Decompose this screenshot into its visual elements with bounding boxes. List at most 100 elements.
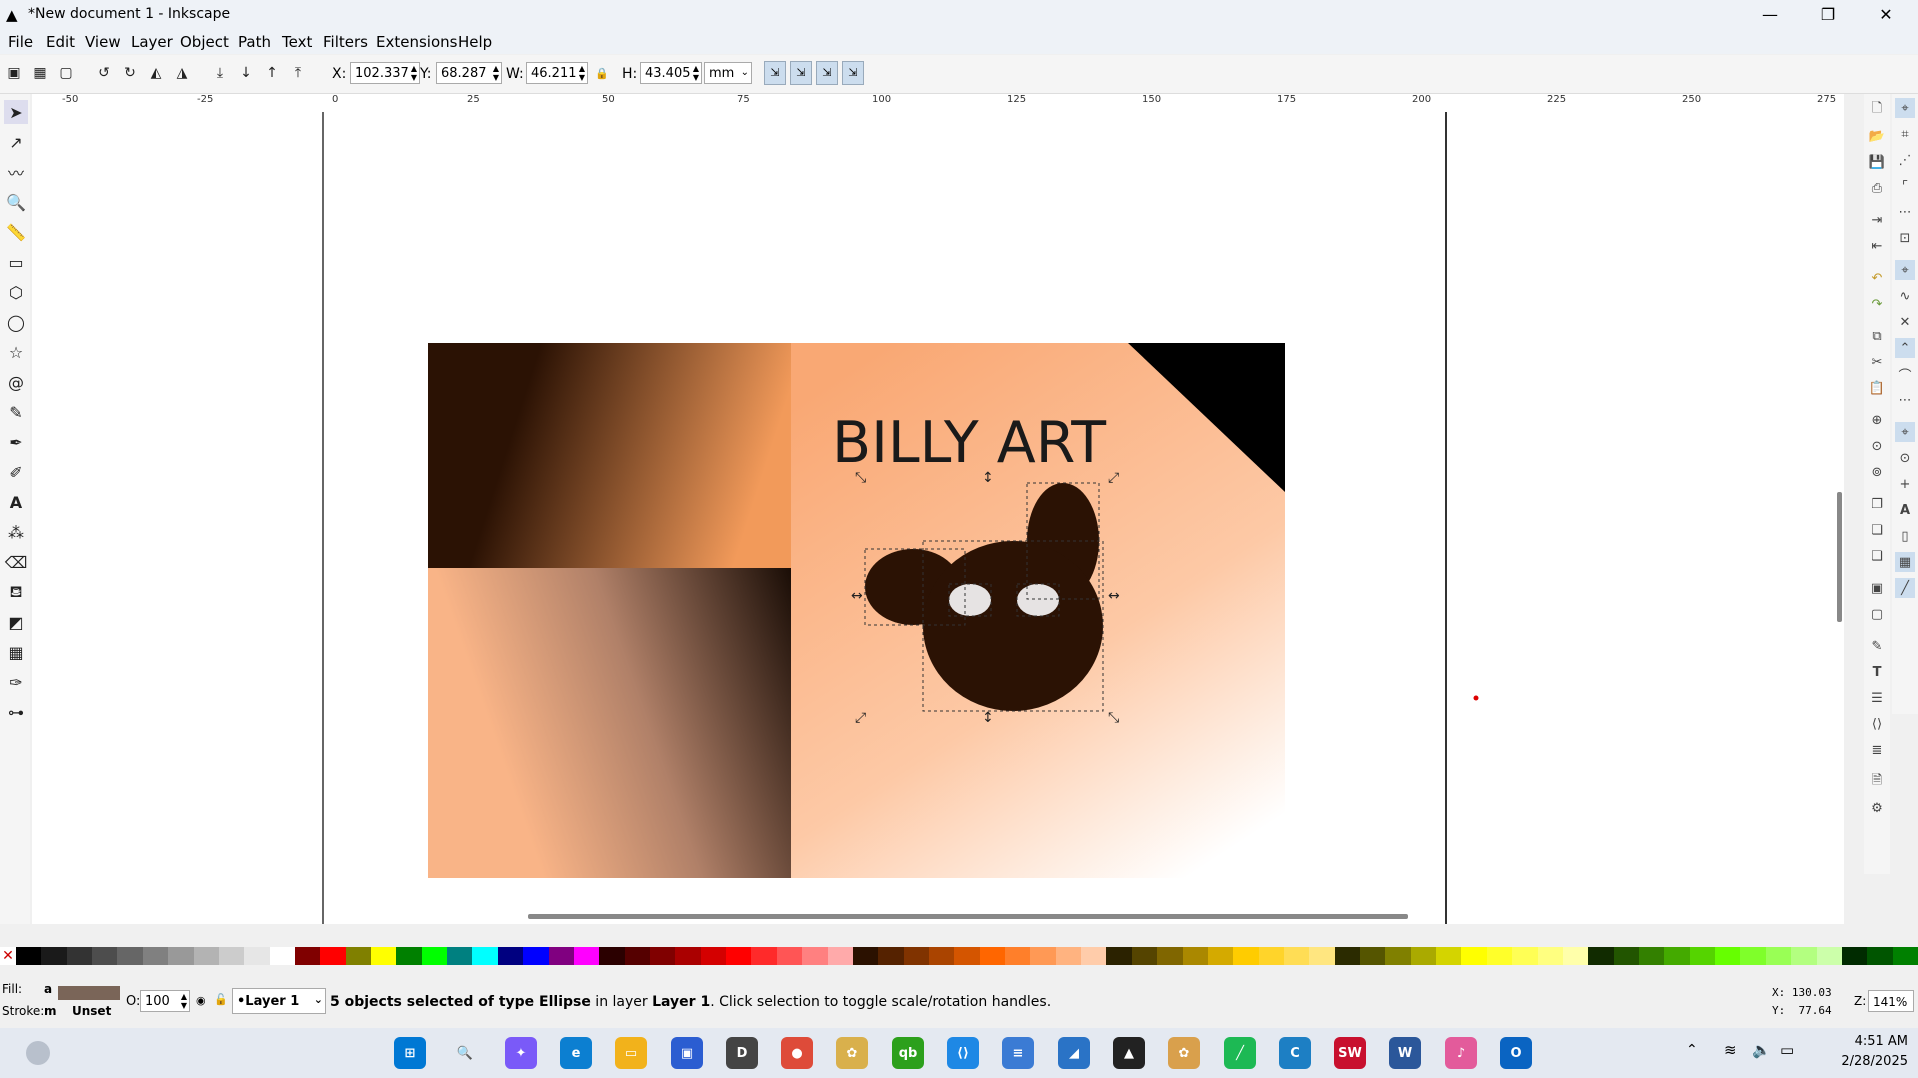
menu-extensions[interactable]: Extensions	[376, 33, 457, 51]
snap-path-icon[interactable]: ∿	[1895, 286, 1915, 306]
xml-editor-icon[interactable]: ⟨⟩	[1867, 714, 1887, 734]
document-properties-icon[interactable]: 🗎	[1867, 772, 1887, 792]
undo-icon[interactable]: ↶	[1867, 268, 1887, 288]
volume-icon[interactable]: 🔈	[1752, 1041, 1771, 1059]
dropper-tool-icon[interactable]: ✑	[4, 670, 28, 694]
taskbar-start-icon[interactable]: ⊞	[394, 1037, 426, 1069]
connector-tool-icon[interactable]: ⊶	[4, 700, 28, 724]
redo-icon[interactable]: ↷	[1867, 294, 1887, 314]
right-eye-ellipse[interactable]	[1017, 584, 1059, 616]
taskbar-itunes-icon[interactable]: ♪	[1445, 1037, 1477, 1069]
menu-object[interactable]: Object	[180, 33, 229, 51]
color-swatch[interactable]	[1512, 947, 1538, 965]
left-eye-ellipse[interactable]	[949, 584, 991, 616]
snap-center-icon[interactable]: ⊙	[1895, 448, 1915, 468]
billy-art-text[interactable]: BILLY ART	[832, 410, 1106, 476]
color-swatch[interactable]	[1005, 947, 1031, 965]
maximize-button[interactable]: ❐	[1800, 0, 1856, 30]
color-swatch[interactable]	[1689, 947, 1716, 965]
snap-nodes-icon[interactable]: ⌖	[1895, 260, 1915, 280]
menu-text[interactable]: Text	[282, 33, 312, 51]
ellipse-tool-icon[interactable]: ◯	[4, 310, 28, 334]
drawing-canvas[interactable]: BILLY ART ⤡ ↕ ⤢ ↔ ↔ ⤢ ↕ ⤡	[50, 112, 1844, 924]
widgets-icon[interactable]	[26, 1041, 50, 1065]
minimize-button[interactable]: —	[1742, 0, 1798, 30]
lower-to-bottom-icon[interactable]: ⤓	[210, 63, 230, 83]
align-distribute-icon[interactable]: ≣	[1867, 740, 1887, 760]
color-swatch[interactable]	[1613, 947, 1639, 965]
color-swatch[interactable]	[1055, 947, 1082, 965]
snap-grid-icon[interactable]: ▦	[1895, 552, 1915, 572]
unlink-clone-icon[interactable]: ❑	[1867, 546, 1887, 566]
cut-icon[interactable]: ✂	[1867, 352, 1887, 372]
color-swatch[interactable]	[624, 947, 650, 965]
snap-intersection-icon[interactable]: ✕	[1895, 312, 1915, 332]
vertical-scrollbar[interactable]	[1837, 492, 1842, 622]
color-swatch[interactable]	[421, 947, 448, 965]
paint-bucket-tool-icon[interactable]: ⛾	[4, 580, 28, 604]
clock-time[interactable]: 4:51 AM	[1808, 1034, 1908, 1049]
preferences-icon[interactable]: ⚙	[1867, 798, 1887, 818]
snap-page-border-icon[interactable]: ▯	[1895, 526, 1915, 546]
rotate-ccw-icon[interactable]: ↺	[94, 63, 114, 83]
new-document-icon[interactable]: 🗋	[1867, 100, 1887, 120]
layer-select[interactable]: •Layer 1 ⌄	[232, 988, 326, 1014]
tweak-tool-icon[interactable]: 〰	[4, 160, 28, 184]
color-swatch[interactable]	[320, 947, 346, 965]
snap-cusp-icon[interactable]: ⌃	[1895, 338, 1915, 358]
spin-arrows-icon[interactable]: ▲ ▼	[411, 64, 417, 82]
color-swatch[interactable]	[928, 947, 955, 965]
zoom-tool-icon[interactable]: 🔍	[4, 190, 28, 214]
flip-horizontal-icon[interactable]: ◭	[146, 63, 166, 83]
chevron-up-icon[interactable]: ⌃	[1686, 1042, 1698, 1058]
color-swatch[interactable]	[345, 947, 372, 965]
color-swatch[interactable]	[827, 947, 853, 965]
color-swatch[interactable]	[979, 947, 1006, 965]
color-swatch[interactable]	[294, 947, 321, 965]
duplicate-icon[interactable]: ❐	[1867, 494, 1887, 514]
flip-vertical-icon[interactable]: ◮	[172, 63, 192, 83]
menu-filters[interactable]: Filters	[323, 33, 368, 51]
color-swatch[interactable]	[802, 947, 828, 965]
snap-enable-icon[interactable]: ⌖	[1895, 98, 1915, 118]
color-swatch[interactable]	[852, 947, 879, 965]
color-swatch[interactable]	[1765, 947, 1792, 965]
color-swatch[interactable]	[1283, 947, 1310, 965]
snap-text-baseline-icon[interactable]: A	[1895, 500, 1915, 520]
color-swatch[interactable]	[1461, 947, 1487, 965]
calligraphy-tool-icon[interactable]: ✐	[4, 460, 28, 484]
taskbar-solidworks-icon[interactable]: SW	[1334, 1037, 1366, 1069]
color-swatch[interactable]	[1334, 947, 1361, 965]
pen-tool-icon[interactable]: ✒	[4, 430, 28, 454]
group-icon[interactable]: ▣	[1867, 578, 1887, 598]
color-swatch[interactable]	[1892, 947, 1918, 965]
color-swatch[interactable]	[193, 947, 219, 965]
color-swatch[interactable]	[244, 947, 270, 965]
color-swatch[interactable]	[1131, 947, 1158, 965]
horizontal-scrollbar[interactable]	[528, 914, 1408, 919]
battery-icon[interactable]: ▭	[1780, 1041, 1794, 1059]
color-swatch[interactable]	[396, 947, 422, 965]
taskbar-photos-icon[interactable]: ✿	[836, 1037, 868, 1069]
snap-midpoint-icon[interactable]: ⋯	[1895, 390, 1915, 410]
scale-corners-toggle[interactable]: ⇲	[790, 61, 812, 85]
no-paint-swatch-icon[interactable]: ✕	[0, 947, 16, 965]
move-gradients-toggle[interactable]: ⇲	[816, 61, 838, 85]
zoom-page-icon[interactable]: ⊚	[1867, 462, 1887, 482]
menu-file[interactable]: File	[8, 33, 33, 51]
clone-icon[interactable]: ❏	[1867, 520, 1887, 540]
snap-bbox-edge-icon[interactable]: ⋰	[1895, 150, 1915, 170]
head-ellipse[interactable]	[923, 541, 1103, 711]
y-input[interactable]: 68.287 ▲ ▼	[436, 62, 502, 84]
color-swatch[interactable]	[1715, 947, 1741, 965]
color-swatch[interactable]	[1740, 947, 1766, 965]
select-all-layers-icon[interactable]: ▦	[30, 63, 50, 83]
color-swatch[interactable]	[218, 947, 245, 965]
menu-view[interactable]: View	[85, 33, 121, 51]
color-swatch[interactable]	[1410, 947, 1437, 965]
taskbar-chrome-icon[interactable]: ●	[781, 1037, 813, 1069]
taskbar-outlook-icon[interactable]: O	[1500, 1037, 1532, 1069]
color-swatch[interactable]	[1639, 947, 1665, 965]
color-swatch[interactable]	[1588, 947, 1614, 965]
eye-icon[interactable]: ◉	[196, 994, 206, 1007]
